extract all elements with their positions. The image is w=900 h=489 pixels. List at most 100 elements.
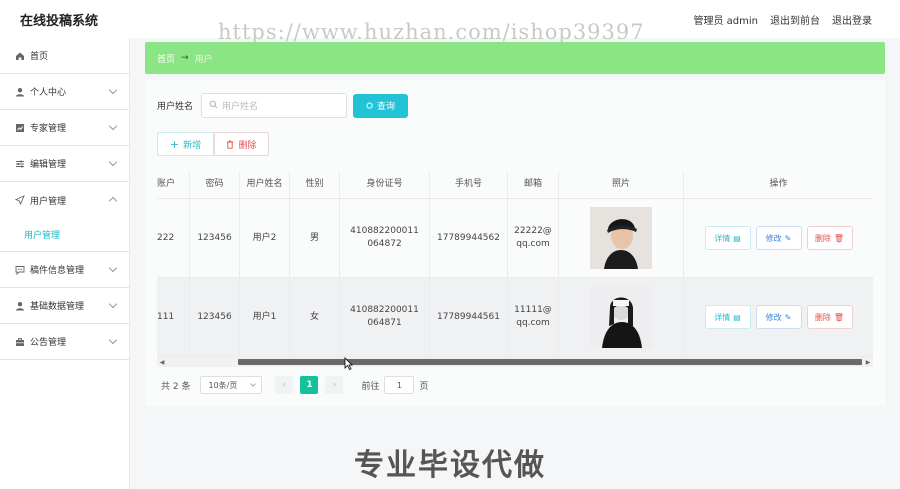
edit-button[interactable]: 修改 ✎ (755, 226, 802, 250)
chevron-down-icon (108, 263, 118, 273)
detail-button-label: 详情 (714, 233, 731, 243)
sidebar-item-profile[interactable]: 个人中心 (0, 74, 129, 110)
chevron-down-icon (250, 381, 257, 387)
email-text: 11111@qq.com (514, 305, 552, 328)
search-placeholder: 用户姓名 (222, 102, 259, 112)
search-label: 用户姓名 (157, 102, 194, 112)
chevron-left-icon: ‹ (282, 380, 287, 390)
cell-phone: 17789944562 (430, 199, 508, 277)
sidebar: 首页 个人中心 专家管理 编辑管理 用户管理 用户管理 稿件信息管理 基础数据管… (0, 38, 130, 489)
detail-button[interactable]: 详情 ▤ (704, 305, 751, 329)
remove-button[interactable]: 删除 🗑 (806, 305, 853, 329)
search-input[interactable]: 用户姓名 (201, 93, 348, 118)
send-icon (14, 194, 26, 206)
horizontal-scrollbar[interactable]: ◀ ▶ (157, 357, 873, 367)
top-bar: 在线投稿系统 https://www.huzhan.com/ishop39397… (0, 0, 900, 44)
pagination: 共 2 条 10条/页 ‹ 1 › 前往 1 页 (161, 376, 428, 394)
cell-actions: 详情 ▤ 修改 ✎ 删除 🗑 (684, 199, 873, 277)
table-row: 222 123456 用户2 男 410882200011064872 1778… (157, 199, 873, 278)
action-row: + 新增 删除 (157, 132, 269, 156)
cell-password: 123456 (190, 199, 240, 277)
detail-button-label: 详情 (714, 312, 731, 322)
sidebar-item-label: 基础数据管理 (30, 302, 85, 312)
email-text: 22222@qq.com (514, 226, 552, 249)
scrollbar-thumb[interactable] (238, 359, 862, 365)
sidebar-item-editors[interactable]: 编辑管理 (0, 146, 129, 182)
chevron-down-icon (108, 335, 118, 345)
column-header: 身份证号 (340, 171, 430, 198)
main-panel: 用户姓名 用户姓名 查询 + 新增 删除 账户 密码 用户姓名 性别 身份证号 … (145, 80, 885, 406)
sidebar-item-label: 公告管理 (30, 338, 67, 348)
query-button[interactable]: 查询 (353, 93, 409, 118)
cell-email: 22222@qq.com (508, 199, 559, 277)
add-button-label: 新增 (183, 140, 202, 151)
sidebar-item-announcements[interactable]: 公告管理 (0, 324, 129, 360)
document-icon: ▤ (733, 233, 741, 243)
breadcrumb-home[interactable]: 首页 (157, 52, 175, 65)
sidebar-item-label: 用户管理 (30, 196, 67, 207)
trash-icon (226, 140, 234, 149)
briefcase-icon (14, 336, 26, 348)
user-photo (590, 207, 652, 269)
pencil-icon: ✎ (784, 312, 792, 322)
goto-page-input[interactable]: 1 (384, 376, 415, 394)
logout-link[interactable]: 退出登录 (832, 12, 872, 27)
remove-button[interactable]: 删除 🗑 (806, 226, 853, 250)
cell-id-number: 410882200011064871 (340, 278, 430, 356)
cell-name: 用户2 (240, 199, 290, 277)
sidebar-item-basic-data[interactable]: 基础数据管理 (0, 288, 129, 324)
column-header: 手机号 (430, 171, 508, 198)
id-number-text: 410882200011064872 (350, 226, 419, 249)
remove-button-label: 删除 (814, 233, 831, 243)
top-right-nav: 管理员 admin 退出到前台 退出登录 (693, 12, 872, 27)
column-header: 账户 (157, 171, 190, 198)
prev-page-button[interactable]: ‹ (275, 376, 294, 394)
plus-icon: + (169, 137, 180, 151)
breadcrumb-current: 用户 (194, 54, 213, 65)
cell-photo (559, 199, 684, 277)
chart-icon (14, 122, 26, 134)
delete-button[interactable]: 删除 (214, 132, 269, 156)
page-size-value: 10条/页 (208, 380, 238, 390)
page-number-button[interactable]: 1 (300, 376, 319, 394)
edit-button-label: 修改 (765, 233, 782, 243)
trash-icon: 🗑 (833, 312, 845, 322)
sidebar-item-manuscripts[interactable]: 稿件信息管理 (0, 252, 129, 288)
sidebar-item-users[interactable]: 用户管理 (0, 182, 129, 218)
user-icon (14, 300, 26, 312)
sidebar-item-experts[interactable]: 专家管理 (0, 110, 129, 146)
home-icon (14, 50, 26, 62)
total-count: 共 2 条 (161, 381, 191, 392)
delete-button-label: 删除 (238, 140, 257, 151)
document-icon: ▤ (733, 312, 741, 322)
detail-button[interactable]: 详情 ▤ (704, 226, 751, 250)
cell-phone: 17789944561 (430, 278, 508, 356)
pencil-icon: ✎ (784, 233, 792, 243)
goto-label: 前往 (361, 381, 380, 392)
scroll-left-icon[interactable]: ◀ (157, 357, 167, 367)
cell-id-number: 410882200011064872 (340, 199, 430, 277)
breadcrumb: 首页 → 用户 (145, 42, 885, 74)
id-number-text: 410882200011064871 (350, 305, 419, 328)
edit-button[interactable]: 修改 ✎ (755, 305, 802, 329)
sidebar-item-label: 个人中心 (30, 88, 67, 98)
users-table: 账户 密码 用户姓名 性别 身份证号 手机号 邮箱 照片 操作 222 1234… (157, 171, 873, 357)
sidebar-item-home[interactable]: 首页 (0, 38, 129, 74)
next-page-button[interactable]: › (325, 376, 344, 394)
app-title: 在线投稿系统 (20, 14, 99, 29)
scroll-right-icon[interactable]: ▶ (863, 357, 873, 367)
cell-email: 11111@qq.com (508, 278, 559, 356)
promo-banner: 专业毕设代做 (354, 448, 546, 483)
cell-gender: 男 (290, 199, 340, 277)
query-button-label: 查询 (377, 102, 396, 112)
back-to-front-link[interactable]: 退出到前台 (770, 12, 820, 27)
page-size-select[interactable]: 10条/页 (200, 376, 263, 394)
sidebar-subitem-user-management[interactable]: 用户管理 (0, 218, 129, 252)
add-button[interactable]: + 新增 (157, 132, 214, 156)
search-icon (366, 102, 374, 110)
table-header: 账户 密码 用户姓名 性别 身份证号 手机号 邮箱 照片 操作 (157, 171, 873, 199)
breadcrumb-separator: → (181, 53, 189, 63)
edit-button-label: 修改 (765, 312, 782, 322)
remove-button-label: 删除 (814, 312, 831, 322)
chevron-right-icon: › (332, 380, 337, 390)
